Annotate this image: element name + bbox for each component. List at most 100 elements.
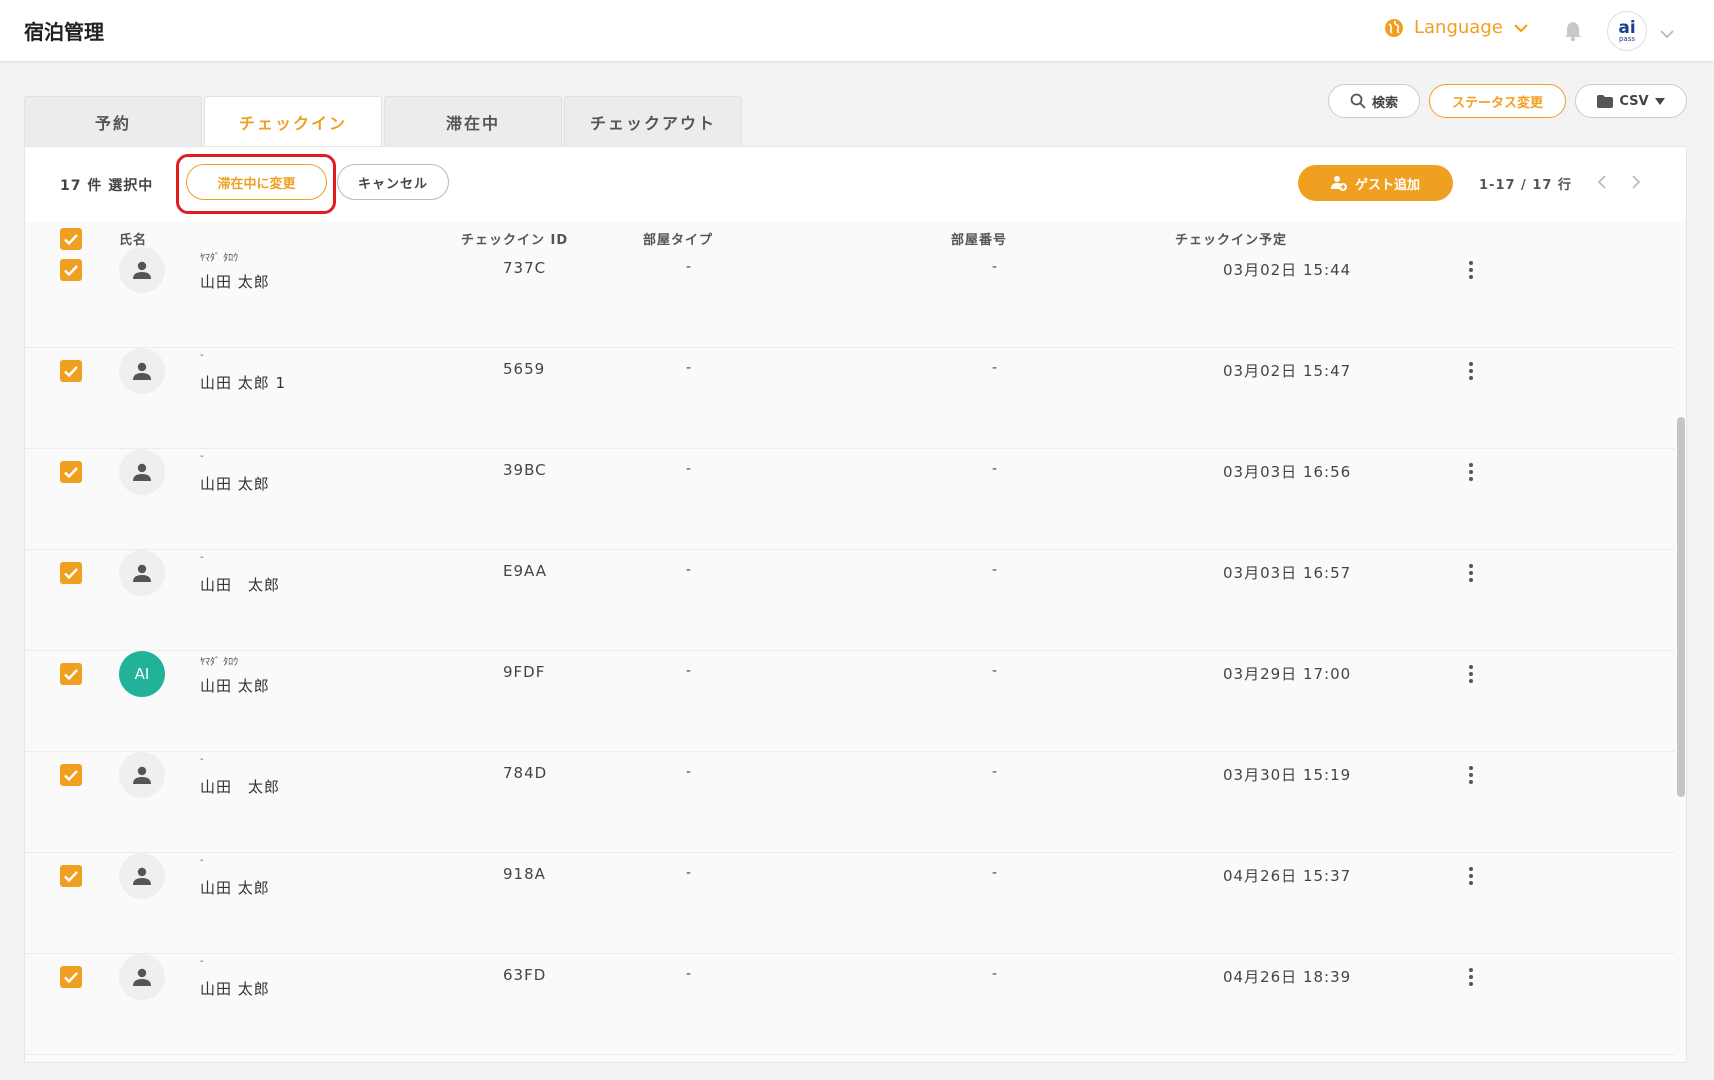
check-icon — [64, 264, 78, 276]
person-icon — [133, 463, 151, 481]
person-icon — [133, 867, 151, 885]
table-row[interactable]: - 山田 太郎 39BC - - 03月03日 16:56 — [25, 449, 1675, 550]
avatar — [119, 752, 165, 798]
table-row[interactable]: AI ﾔﾏﾀﾞ ﾀﾛｳ 山田 太郎 9FDF - - 03月29日 17:00 — [25, 651, 1675, 752]
room-number: - — [992, 764, 998, 780]
app-header: 宿泊管理 Language ai pass — [0, 0, 1714, 62]
table-scrollbar[interactable] — [1677, 247, 1685, 1057]
app-title: 宿泊管理 — [24, 20, 104, 44]
room-number: - — [992, 461, 998, 477]
caret-down-icon — [1654, 97, 1665, 105]
row-checkbox[interactable] — [60, 259, 82, 281]
more-options-icon[interactable] — [1461, 358, 1481, 384]
search-button[interactable]: 検索 — [1328, 84, 1420, 118]
table-row[interactable]: - 山田 太郎 918A - - 04月26日 15:37 — [25, 853, 1675, 954]
user-avatar[interactable]: ai pass — [1607, 11, 1647, 51]
checkin-id: 5659 — [503, 360, 546, 378]
tab-checkout[interactable]: チェックアウト — [564, 96, 742, 146]
guest-kana: ﾔﾏﾀﾞ ﾀﾛｳ — [200, 657, 239, 668]
row-checkbox[interactable] — [60, 966, 82, 988]
table-row[interactable]: - 山田 太郎 63FD - - 04月26日 18:39 — [25, 954, 1675, 1055]
check-icon — [64, 769, 78, 781]
status-change-button[interactable]: ステータス変更 — [1429, 84, 1566, 118]
guest-name: 山田 太郎 — [200, 980, 270, 998]
guest-name: 山田 太郎 — [200, 273, 270, 291]
prev-page-icon[interactable] — [1597, 174, 1607, 194]
user-menu-chevron-icon[interactable] — [1660, 24, 1674, 43]
language-label: Language — [1414, 17, 1503, 38]
search-label: 検索 — [1371, 95, 1398, 111]
more-options-icon[interactable] — [1461, 762, 1481, 788]
globe-icon — [1385, 18, 1403, 37]
selected-count: 17 件 選択中 — [60, 178, 154, 194]
row-checkbox[interactable] — [60, 360, 82, 382]
change-to-staying-button[interactable]: 滞在中に変更 — [186, 164, 327, 200]
csv-label: CSV — [1619, 93, 1649, 109]
person-icon — [133, 261, 151, 279]
row-checkbox[interactable] — [60, 865, 82, 887]
checkin-id: 9FDF — [503, 663, 546, 681]
guest-name: 山田 太郎 — [200, 475, 270, 493]
check-icon — [64, 233, 78, 245]
status-tabs: 予約 チェックイン 滞在中 チェックアウト — [24, 96, 742, 147]
csv-button[interactable]: CSV — [1575, 84, 1687, 118]
checkin-id: 63FD — [503, 966, 547, 984]
room-number: - — [992, 259, 998, 275]
room-type: - — [686, 360, 692, 376]
room-number: - — [992, 865, 998, 881]
status-change-label: ステータス変更 — [1451, 95, 1543, 111]
notification-bell-icon[interactable] — [1563, 20, 1583, 46]
more-options-icon[interactable] — [1461, 661, 1481, 687]
tab-checkin[interactable]: チェックイン — [204, 96, 382, 147]
checkin-id: 918A — [503, 865, 546, 883]
table-row[interactable]: - 山田 太郎 1 5659 - - 03月02日 15:47 — [25, 348, 1675, 449]
avatar: AI — [119, 651, 165, 697]
room-number: - — [992, 966, 998, 982]
row-checkbox[interactable] — [60, 562, 82, 584]
room-type: - — [686, 259, 692, 275]
room-type: - — [686, 562, 692, 578]
guest-name: 山田 太郎 — [200, 576, 281, 594]
check-icon — [64, 365, 78, 377]
checkin-planned: 03月29日 17:00 — [1223, 665, 1352, 683]
guest-name: 山田 太郎 — [200, 778, 281, 796]
row-checkbox[interactable] — [60, 663, 82, 685]
guest-kana: - — [200, 451, 204, 462]
more-options-icon[interactable] — [1461, 964, 1481, 990]
avatar — [119, 449, 165, 495]
scrollbar-thumb[interactable] — [1677, 417, 1685, 797]
check-icon — [64, 870, 78, 882]
table-row[interactable]: ﾔﾏﾀﾞ ﾀﾛｳ 山田 太郎 737C - - 03月02日 15:44 — [25, 247, 1675, 348]
logo-subtext: pass — [1618, 34, 1636, 43]
checkin-panel: 17 件 選択中 滞在中に変更 キャンセル ゲスト追加 1-17 / 17 行 … — [24, 146, 1687, 1063]
more-options-icon[interactable] — [1461, 863, 1481, 889]
folder-icon — [1597, 94, 1614, 108]
avatar — [119, 550, 165, 596]
more-options-icon[interactable] — [1461, 459, 1481, 485]
row-checkbox[interactable] — [60, 764, 82, 786]
tab-staying[interactable]: 滞在中 — [384, 96, 562, 146]
checkin-planned: 03月02日 15:44 — [1223, 261, 1352, 279]
cancel-button[interactable]: キャンセル — [337, 164, 449, 200]
avatar — [119, 954, 165, 1000]
checkin-planned: 04月26日 18:39 — [1223, 968, 1352, 986]
next-page-icon[interactable] — [1631, 174, 1641, 194]
row-checkbox[interactable] — [60, 461, 82, 483]
column-checkin-id: チェックイン ID — [461, 233, 569, 248]
person-icon — [133, 362, 151, 380]
language-selector[interactable]: Language — [1384, 17, 1529, 38]
bulk-action-bar: 17 件 選択中 滞在中に変更 キャンセル ゲスト追加 1-17 / 17 行 — [25, 147, 1686, 222]
more-options-icon[interactable] — [1461, 560, 1481, 586]
add-guest-button[interactable]: ゲスト追加 — [1298, 165, 1453, 201]
table-row[interactable]: - 山田 太郎 784D - - 03月30日 15:19 — [25, 752, 1675, 853]
more-options-icon[interactable] — [1461, 257, 1481, 283]
avatar — [119, 247, 165, 293]
room-type: - — [686, 764, 692, 780]
room-type: - — [686, 663, 692, 679]
avatar — [119, 853, 165, 899]
room-number: - — [992, 663, 998, 679]
avatar — [119, 348, 165, 394]
logo-text: ai — [1618, 17, 1636, 38]
tab-reservation[interactable]: 予約 — [24, 96, 202, 146]
table-row[interactable]: - 山田 太郎 E9AA - - 03月03日 16:57 — [25, 550, 1675, 651]
